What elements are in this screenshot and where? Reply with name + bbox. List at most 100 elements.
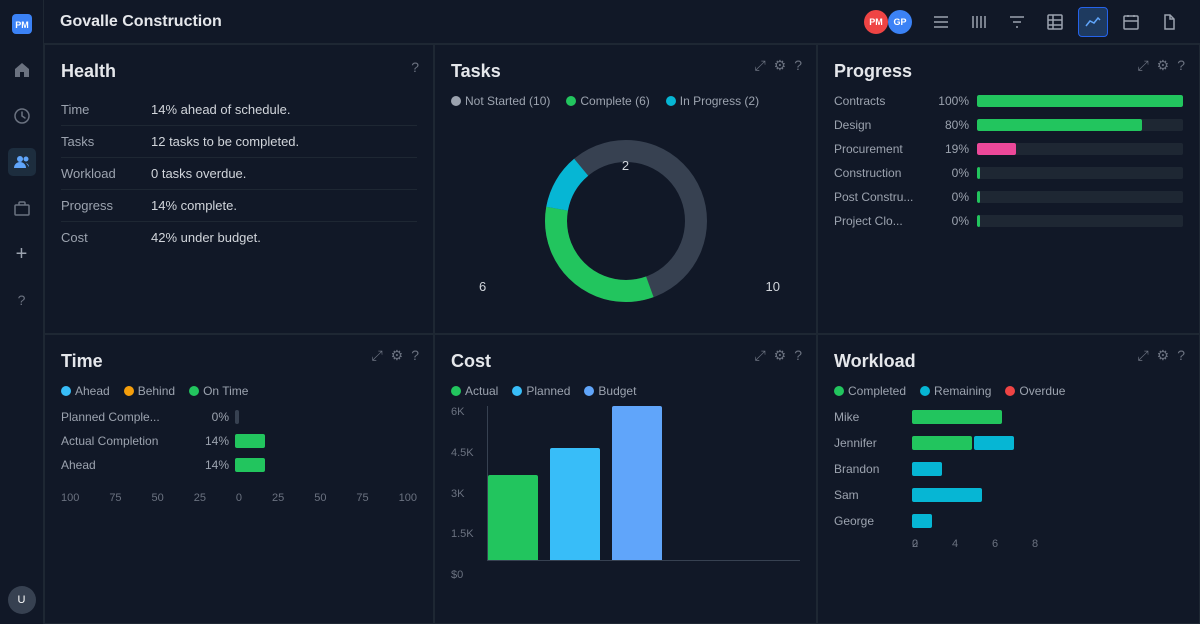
workload-row: Jennifer	[834, 436, 1183, 450]
progress-bar-fill	[977, 95, 1183, 107]
legend-label: On Time	[203, 384, 248, 398]
workload-remaining-bar	[912, 488, 982, 502]
toolbar-calendar-btn[interactable]	[1116, 7, 1146, 37]
time-bar-empty	[235, 410, 239, 424]
sidebar-item-recent[interactable]	[8, 102, 36, 130]
workload-axis-label: 6	[992, 538, 1032, 550]
project-title: Govalle Construction	[60, 13, 850, 31]
legend-label: Complete (6)	[580, 94, 649, 108]
time-expand-icon[interactable]: ⤢	[371, 347, 382, 364]
progress-row-label: Contracts	[834, 94, 929, 108]
toolbar-filter-btn[interactable]	[1002, 7, 1032, 37]
health-row-label: Time	[61, 102, 151, 117]
workload-legend-item: Overdue	[1005, 384, 1065, 398]
legend-label: In Progress (2)	[680, 94, 759, 108]
workload-person-bars	[912, 436, 1014, 450]
sidebar-item-people[interactable]	[8, 148, 36, 176]
progress-row: Design 80%	[834, 118, 1183, 132]
time-row: Ahead 14%	[61, 458, 417, 472]
progress-bar-bg	[977, 119, 1183, 131]
time-row-pct: 0%	[197, 410, 229, 424]
toolbar-table-btn[interactable]	[1040, 7, 1070, 37]
legend-label: Remaining	[934, 384, 991, 398]
cost-panel: Cost ⤢ ⚙ ? ActualPlannedBudget 6K4.5K3K1…	[434, 334, 817, 624]
workload-person-bars	[912, 488, 982, 502]
legend-dot	[584, 386, 594, 396]
legend-label: Not Started (10)	[465, 94, 550, 108]
progress-bar-fill	[977, 167, 980, 179]
progress-row-label: Construction	[834, 166, 929, 180]
cost-bar	[488, 475, 538, 560]
time-legend: AheadBehindOn Time	[61, 384, 417, 398]
workload-remaining-bar	[912, 514, 932, 528]
health-panel: Health ? Time14% ahead of schedule.Tasks…	[44, 44, 434, 334]
progress-settings-icon[interactable]: ⚙	[1157, 57, 1170, 74]
sidebar-item-home[interactable]	[8, 56, 36, 84]
progress-bar-bg	[977, 143, 1183, 155]
progress-bar-bg	[977, 95, 1183, 107]
health-help-icon[interactable]: ?	[411, 59, 419, 75]
health-row-label: Tasks	[61, 134, 151, 149]
workload-row: Mike	[834, 410, 1183, 424]
workload-person-bars	[912, 514, 932, 528]
health-row-value: 14% ahead of schedule.	[151, 102, 291, 117]
tasks-expand-icon[interactable]: ⤢	[754, 57, 765, 74]
time-bar	[235, 434, 265, 448]
toolbar-chart-btn[interactable]	[1078, 7, 1108, 37]
progress-row: Project Clo... 0%	[834, 214, 1183, 228]
workload-row: Sam	[834, 488, 1183, 502]
legend-label: Actual	[465, 384, 498, 398]
progress-row-label: Post Constru...	[834, 190, 929, 204]
workload-help-icon[interactable]: ?	[1177, 347, 1185, 364]
tasks-settings-icon[interactable]: ⚙	[774, 57, 787, 74]
sidebar-help-button[interactable]: ?	[8, 286, 36, 314]
cost-bar	[612, 406, 662, 560]
sidebar-add-button[interactable]: +	[8, 240, 36, 268]
workload-legend: CompletedRemainingOverdue	[834, 384, 1183, 398]
cost-settings-icon[interactable]: ⚙	[774, 347, 787, 364]
sidebar-logo[interactable]: PM	[8, 10, 36, 38]
toolbar-columns-btn[interactable]	[964, 7, 994, 37]
health-row-label: Cost	[61, 230, 151, 245]
legend-dot	[566, 96, 576, 106]
time-row: Planned Comple... 0%	[61, 410, 417, 424]
workload-title: Workload	[834, 351, 1183, 372]
progress-row-pct: 0%	[937, 166, 969, 180]
sidebar-user-avatar[interactable]: U	[8, 586, 36, 614]
cost-y-label: 1.5K	[451, 528, 474, 540]
legend-dot	[920, 386, 930, 396]
cost-help-icon[interactable]: ?	[794, 347, 802, 364]
progress-help-icon[interactable]: ?	[1177, 57, 1185, 74]
workload-settings-icon[interactable]: ⚙	[1157, 347, 1170, 364]
time-row-pct: 14%	[197, 434, 229, 448]
tasks-title: Tasks	[451, 61, 800, 82]
health-row-label: Workload	[61, 166, 151, 181]
legend-label: Budget	[598, 384, 636, 398]
legend-dot	[61, 386, 71, 396]
sidebar-item-briefcase[interactable]	[8, 194, 36, 222]
progress-expand-icon[interactable]: ⤢	[1137, 57, 1148, 74]
task-legend-item: In Progress (2)	[666, 94, 759, 108]
toolbar-file-btn[interactable]	[1154, 7, 1184, 37]
health-row-value: 42% under budget.	[151, 230, 261, 245]
health-row-value: 0 tasks overdue.	[151, 166, 246, 181]
cost-y-label: $0	[451, 569, 474, 581]
progress-row-label: Project Clo...	[834, 214, 929, 228]
time-legend-item: Ahead	[61, 384, 110, 398]
cost-y-label: 6K	[451, 406, 474, 418]
dashboard: Health ? Time14% ahead of schedule.Tasks…	[44, 44, 1200, 624]
progress-bar-fill	[977, 143, 1016, 155]
workload-completed-bar	[912, 410, 1002, 424]
workload-rows: MikeJenniferBrandonSamGeorge	[834, 410, 1183, 528]
progress-row-pct: 100%	[937, 94, 969, 108]
toolbar-list-btn[interactable]	[926, 7, 956, 37]
time-help-icon[interactable]: ?	[411, 347, 419, 364]
workload-expand-icon[interactable]: ⤢	[1137, 347, 1148, 364]
progress-row-pct: 19%	[937, 142, 969, 156]
cost-bars	[487, 406, 800, 561]
tasks-help-icon[interactable]: ?	[794, 57, 802, 74]
cost-panel-icons: ⤢ ⚙ ?	[754, 347, 802, 364]
progress-bar-bg	[977, 215, 1183, 227]
time-settings-icon[interactable]: ⚙	[391, 347, 404, 364]
cost-expand-icon[interactable]: ⤢	[754, 347, 765, 364]
